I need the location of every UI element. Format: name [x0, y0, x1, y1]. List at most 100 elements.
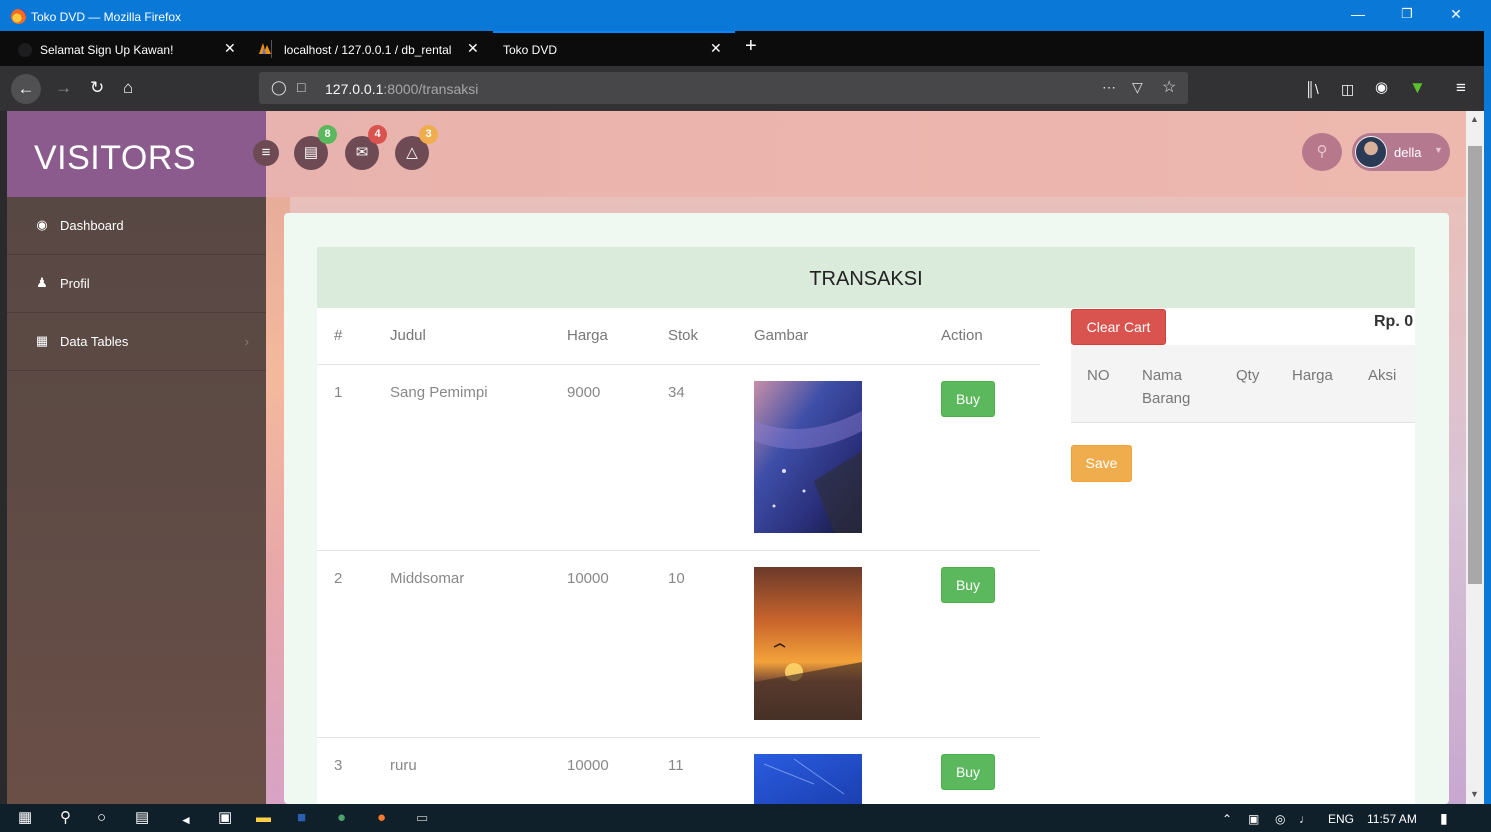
messages-badge: 4 — [368, 125, 387, 144]
menu-icon[interactable]: ≡ — [1456, 78, 1466, 98]
screen: { "window": { "title": "Toko DVD — Mozil… — [0, 0, 1491, 832]
chevron-right-icon: › — [244, 334, 249, 349]
globe-icon — [18, 43, 32, 57]
network-icon[interactable]: ▣ — [1248, 812, 1259, 826]
scroll-up-icon[interactable]: ▲ — [1470, 114, 1479, 124]
brand-logo[interactable]: VISITORS — [7, 111, 266, 197]
tab-label: Toko DVD — [503, 43, 558, 57]
row-stok: 34 — [668, 384, 685, 401]
table-icon: ▦ — [35, 333, 49, 348]
search-icon: ⚲ — [1316, 143, 1328, 160]
url-text[interactable]: 127.0.0.1:8000/transaksi — [325, 81, 478, 97]
row-number: 3 — [334, 757, 343, 774]
back-button[interactable]: ← — [11, 74, 41, 104]
terminal-icon[interactable]: ▭ — [416, 810, 428, 826]
table-divider — [317, 737, 1040, 738]
windows-taskbar: ▦ ⚲ ○ ▤ ◄ ▣ ▬ ■ ● ● ▭ ⌃ ▣ ◎ ♩ ENG 11:57 … — [0, 804, 1491, 832]
forward-button[interactable]: → — [55, 78, 72, 98]
close-icon[interactable]: ✕ — [710, 40, 722, 57]
minimize-button[interactable]: — — [1350, 6, 1366, 22]
library-icon[interactable]: ║\ — [1305, 79, 1319, 99]
tab-toko-dvd[interactable]: Toko DVD ✕ — [493, 31, 735, 66]
dvd-cover-image — [754, 754, 862, 804]
tasks-icon: ▤ — [303, 144, 319, 161]
tab-label: Selamat Sign Up Kawan! — [40, 43, 174, 57]
windows-start-icon[interactable]: ▦ — [18, 810, 32, 826]
account-icon[interactable]: ◉ — [1375, 78, 1388, 98]
tab-signup[interactable]: Selamat Sign Up Kawan! ✕ — [18, 31, 244, 66]
page-icon: □ — [297, 79, 306, 95]
sidebar-item-label: Data Tables — [60, 334, 129, 349]
firefox-icon[interactable]: ● — [377, 810, 386, 826]
url-bar[interactable]: ◯ □ 127.0.0.1:8000/transaksi ⋯ ▽ ☆ — [259, 72, 1188, 104]
row-harga: 9000 — [567, 384, 601, 401]
home-button[interactable]: ⌂ — [123, 78, 133, 98]
col-header-gambar: Gambar — [754, 327, 809, 344]
word-icon[interactable]: ■ — [297, 810, 306, 826]
transaksi-header: TRANSAKSI — [317, 247, 1415, 308]
close-icon[interactable]: ✕ — [224, 40, 236, 57]
brand-text: VISITORS — [34, 139, 197, 177]
cortana-icon[interactable]: ○ — [97, 810, 106, 826]
page-scrollbar[interactable]: ▲ ▼ — [1466, 111, 1484, 804]
task-view-icon[interactable]: ▤ — [135, 810, 149, 826]
user-menu-button[interactable]: della ▼ — [1352, 133, 1450, 171]
row-number: 1 — [334, 384, 343, 401]
globe-icon[interactable]: ◎ — [1275, 812, 1285, 826]
restore-button[interactable]: ❐ — [1399, 6, 1415, 22]
shield-icon[interactable]: ◯ — [271, 79, 287, 96]
close-window-button[interactable]: ✕ — [1448, 6, 1464, 22]
row-number: 2 — [334, 570, 343, 587]
tasks-badge: 8 — [318, 125, 337, 144]
col-header-num: # — [334, 327, 343, 344]
tray-chevron-icon[interactable]: ⌃ — [1222, 812, 1232, 826]
scroll-down-icon[interactable]: ▼ — [1470, 789, 1479, 799]
page-actions-icon[interactable]: ⋯ — [1102, 79, 1117, 96]
dvd-cover-image — [754, 381, 862, 533]
user-name: della — [1394, 145, 1422, 160]
scrollbar-thumb[interactable] — [1468, 146, 1482, 584]
buy-button[interactable]: Buy — [941, 754, 995, 790]
chrome-icon[interactable]: ● — [337, 810, 346, 826]
store-icon[interactable]: ▣ — [218, 810, 232, 826]
page-title: TRANSAKSI — [809, 268, 923, 290]
row-harga: 10000 — [567, 570, 609, 587]
media-icon[interactable]: ◄ — [180, 812, 192, 828]
cart-col-no: NO — [1087, 367, 1110, 384]
table-divider — [317, 550, 1040, 551]
row-stok: 11 — [668, 757, 684, 774]
buy-button[interactable]: Buy — [941, 567, 995, 603]
close-icon[interactable]: ✕ — [467, 40, 479, 57]
bell-icon: △ — [406, 144, 418, 161]
window-title: Toko DVD — Mozilla Firefox — [31, 10, 182, 24]
search-icon[interactable]: ⚲ — [60, 810, 71, 826]
language-indicator[interactable]: ENG — [1328, 812, 1354, 826]
save-button[interactable]: Save — [1071, 445, 1132, 482]
sidebar-item-label: Profil — [60, 276, 90, 291]
avatar — [1355, 136, 1387, 168]
pocket-icon[interactable]: ▽ — [1132, 79, 1143, 96]
download-icon[interactable]: ▼ — [1409, 78, 1426, 98]
clear-cart-button[interactable]: Clear Cart — [1071, 309, 1166, 345]
file-explorer-icon[interactable]: ▬ — [256, 810, 271, 826]
volume-icon[interactable]: ♩ — [1299, 812, 1311, 826]
sidebar-item-data-tables[interactable]: ▦ Data Tables › — [7, 313, 266, 371]
sidebar-toggle-button[interactable]: ≡ — [253, 140, 279, 166]
reload-button[interactable]: ↻ — [90, 78, 104, 98]
caret-down-icon: ▼ — [1434, 145, 1443, 155]
clock[interactable]: 11:57 AM — [1367, 812, 1417, 826]
cart-total: Rp. 0 — [1374, 313, 1414, 330]
new-tab-button[interactable]: + — [745, 36, 757, 56]
sidebar-item-profil[interactable]: ♟ Profil — [7, 255, 266, 313]
buy-button[interactable]: Buy — [941, 381, 995, 417]
search-button[interactable]: ⚲ — [1302, 133, 1342, 171]
col-header-action: Action — [941, 327, 983, 344]
sidebar-item-dashboard[interactable]: ◉ Dashboard — [7, 197, 266, 255]
phpmyadmin-icon — [259, 43, 271, 54]
tab-phpmyadmin[interactable]: localhost / 127.0.0.1 / db_rental ✕ — [259, 31, 486, 66]
sidebar-toggle-icon[interactable]: ◫ — [1341, 79, 1354, 99]
dvd-cover-image — [754, 567, 862, 720]
notification-center-icon[interactable]: ▮ — [1440, 810, 1448, 827]
sidebar-item-label: Dashboard — [60, 218, 124, 233]
bookmark-star-icon[interactable]: ☆ — [1162, 77, 1176, 97]
